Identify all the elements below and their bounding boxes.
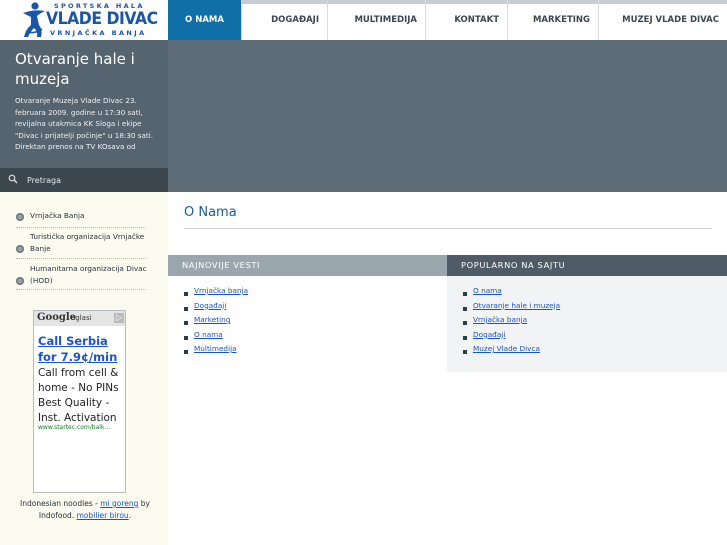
list-item: Otvaranje hale i muzeja bbox=[463, 299, 560, 314]
list-item: Događaji bbox=[463, 328, 560, 343]
nav-muzej-vlade-divac[interactable]: MUZEJ VLADE DIVAC bbox=[598, 0, 727, 40]
nav-multimedija[interactable]: MULTIMEDIJA bbox=[327, 0, 425, 40]
popular-link-muzej-vlade-divca[interactable]: Muzej Vlade Divca bbox=[473, 344, 540, 353]
nav-marketing[interactable]: MARKETING bbox=[507, 0, 598, 40]
popular-link-o-nama[interactable]: O nama bbox=[473, 286, 502, 295]
footer-text-1: Indonesian noodles - bbox=[20, 499, 101, 508]
ad-label: oglasi bbox=[71, 314, 92, 322]
featured-news-panel: Otvaranje hale i muzeja Otvaranje Muzeja… bbox=[0, 40, 168, 168]
circle-bullet-icon bbox=[16, 213, 24, 221]
sidebar-item-turisticka-organizacija[interactable]: Turistička organizacija Vrnjačke Banje bbox=[16, 230, 146, 259]
circle-bullet-icon bbox=[16, 277, 24, 285]
sidebar-item-humanitarna-organizacija[interactable]: Humanitarna organizacija Divac (HOD) bbox=[16, 262, 147, 290]
sidebar-item-label: Vrnjačka Banja bbox=[30, 211, 85, 220]
ad-info-icon[interactable]: ▷ bbox=[114, 313, 124, 323]
title-divider bbox=[184, 228, 712, 229]
player-silhouette-icon bbox=[23, 2, 45, 38]
nav-kontakt[interactable]: KONTAKT bbox=[425, 0, 507, 40]
main-nav: O NAMA DOGAĐAJI MULTIMEDIJA KONTAKT MARK… bbox=[168, 0, 727, 40]
popular-link-vrnjacka-banja[interactable]: Vrnjačka banja bbox=[473, 315, 527, 324]
page-title: O Nama bbox=[184, 205, 237, 220]
sidebar-item-label: Humanitarna organizacija Divac (HOD) bbox=[30, 264, 147, 285]
popular-link-dogadjaji[interactable]: Događaji bbox=[473, 330, 505, 339]
ad-title-link[interactable]: Call Serbia for 7.9¢/min bbox=[38, 333, 125, 365]
latest-link-marketing[interactable]: Marketing bbox=[194, 315, 230, 324]
latest-news-list: Vrnjačka banja Događaji Marketing O nama… bbox=[184, 284, 248, 357]
ad-url[interactable]: www.startec.com/balk... bbox=[38, 424, 125, 431]
latest-link-dogadjaji[interactable]: Događaji bbox=[194, 301, 226, 310]
ad-header: Google oglasi ▷ bbox=[34, 311, 125, 326]
search-input[interactable] bbox=[24, 173, 162, 187]
list-item: Vrnjačka banja bbox=[184, 284, 248, 299]
ad-body-text: Call from cell & home - No PINs Best Qua… bbox=[38, 367, 119, 424]
featured-news-text: Otvaranje Muzeja Vlade Divac 23. februar… bbox=[15, 96, 154, 151]
site-logo[interactable]: SPORTSKA HALA VLADE DIVAC VRNJAČKA BANJA bbox=[0, 0, 168, 40]
search-bar bbox=[0, 168, 168, 192]
popular-link-otvaranje-hale[interactable]: Otvaranje hale i muzeja bbox=[473, 301, 560, 310]
footer-text-3: . bbox=[128, 511, 132, 520]
circle-bullet-icon bbox=[16, 245, 24, 253]
sidebar-footer-text: Indonesian noodles - mi goreng by Indofo… bbox=[10, 498, 160, 522]
footer-link-mi-goreng[interactable]: mi goreng bbox=[100, 499, 138, 508]
list-item: Vrnjačka banja bbox=[463, 313, 560, 328]
latest-link-vrnjacka-banja[interactable]: Vrnjačka banja bbox=[194, 286, 248, 295]
latest-link-multimedija[interactable]: Multimedija bbox=[194, 344, 237, 353]
latest-link-o-nama[interactable]: O nama bbox=[194, 330, 223, 339]
list-item: Multimedija bbox=[184, 342, 248, 357]
sidebar-item-label: Turistička organizacija Vrnjačke Banje bbox=[30, 232, 145, 253]
footer-link-mobilier-birou[interactable]: mobilier birou bbox=[77, 511, 129, 520]
nav-o-nama[interactable]: O NAMA bbox=[168, 0, 241, 40]
magnifier-icon[interactable] bbox=[8, 174, 18, 184]
logo-line-2: VLADE DIVAC bbox=[46, 9, 158, 29]
nav-dogadjaji[interactable]: DOGAĐAJI bbox=[241, 0, 327, 40]
list-item: Marketing bbox=[184, 313, 248, 328]
list-item: Muzej Vlade Divca bbox=[463, 342, 560, 357]
list-item: O nama bbox=[463, 284, 560, 299]
latest-news-heading: NAJNOVIJE VESTI bbox=[168, 255, 447, 276]
popular-list: O nama Otvaranje hale i muzeja Vrnjačka … bbox=[463, 284, 560, 357]
list-item: O nama bbox=[184, 328, 248, 343]
header-banner bbox=[168, 40, 727, 192]
popular-heading: POPULARNO NA SAJTU bbox=[447, 255, 727, 276]
featured-news-title[interactable]: Otvaranje hale i muzeja bbox=[15, 49, 163, 89]
google-ad-box[interactable]: Google oglasi ▷ Call Serbia for 7.9¢/min… bbox=[33, 310, 126, 493]
sidebar-item-vrnjacka-banja[interactable]: Vrnjačka Banja bbox=[16, 208, 146, 228]
logo-line-3: VRNJAČKA BANJA bbox=[50, 29, 147, 37]
list-item: Događaji bbox=[184, 299, 248, 314]
